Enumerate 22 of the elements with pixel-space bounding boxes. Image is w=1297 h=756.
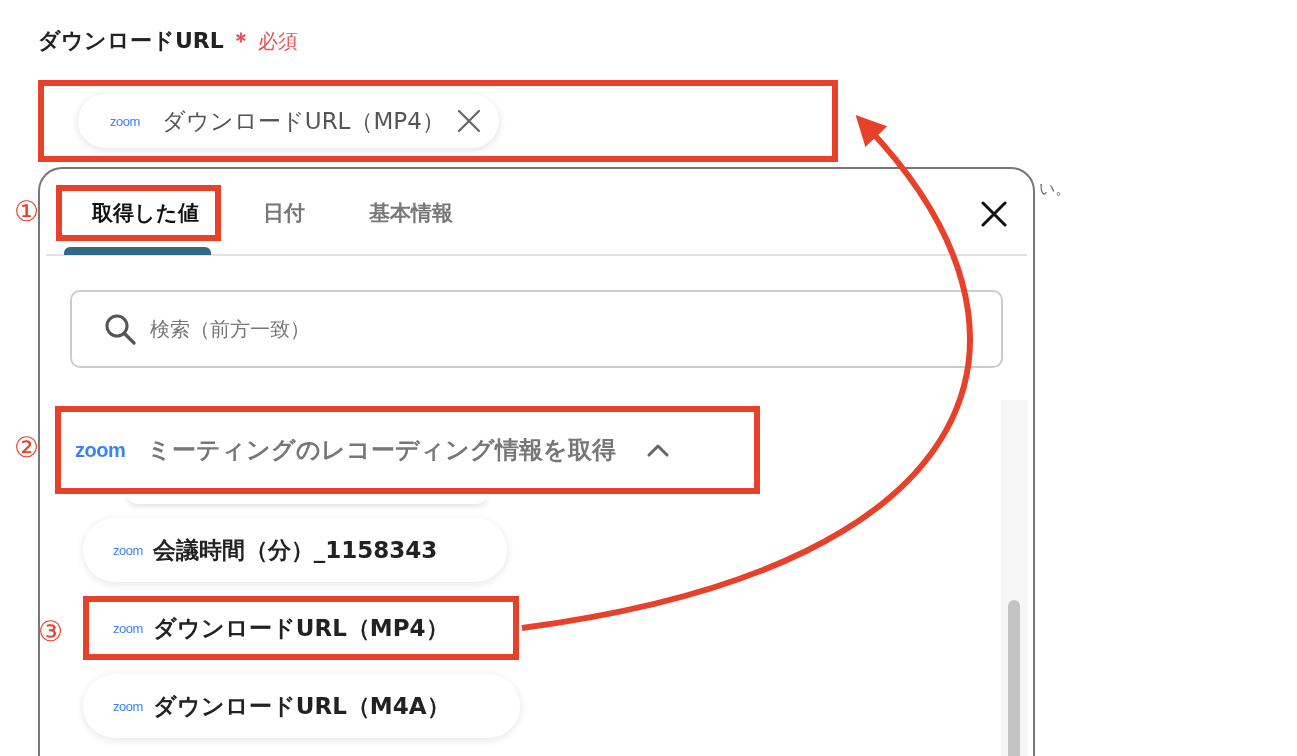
required-mark: ＊	[229, 27, 252, 55]
step-number: ①	[14, 198, 40, 226]
field-label: ダウンロードURL	[38, 27, 224, 55]
value-item[interactable]: zoom ダウンロードURL（MP4）	[83, 596, 519, 660]
zoom-logo: zoom	[113, 542, 143, 558]
step-number: ②	[14, 434, 40, 462]
search-field[interactable]: 検索（前方一致）	[70, 290, 1003, 368]
required-text: 必須	[257, 28, 298, 55]
hint-text: い。	[1039, 179, 1071, 200]
value-chip[interactable]: zoom ダウンロードURL（MP4）	[78, 94, 499, 148]
input-field[interactable]: zoom ダウンロードURL（MP4）	[38, 80, 838, 162]
tab[interactable]: 日付	[227, 185, 327, 241]
tab[interactable]: 取得した値	[56, 185, 221, 241]
zoom-logo: zoom	[110, 113, 140, 129]
section-title: ミーティングのレコーディング情報を取得	[147, 435, 617, 466]
zoom-logo: zoom	[113, 620, 143, 636]
zoom-logo: zoom	[75, 438, 126, 462]
step-number: ③	[38, 618, 64, 646]
zoom-logo: zoom	[113, 698, 143, 714]
section-header[interactable]: zoom ミーティングのレコーディング情報を取得	[55, 406, 760, 494]
chip-text: ダウンロードURL（MP4）	[161, 106, 445, 136]
tab[interactable]: 基本情報	[333, 185, 475, 241]
